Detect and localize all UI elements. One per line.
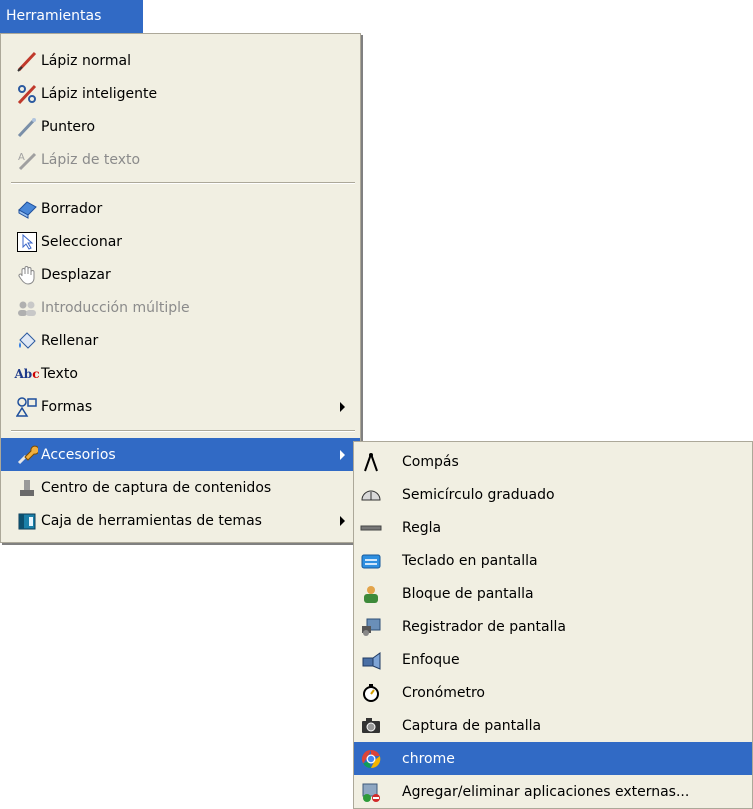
menu-item-desplazar[interactable]: Desplazar bbox=[1, 258, 360, 291]
menu-item-label: Lápiz inteligente bbox=[41, 85, 158, 102]
compass-icon bbox=[360, 451, 382, 473]
submenu-item-label: chrome bbox=[402, 750, 455, 767]
stopwatch-icon bbox=[360, 682, 382, 704]
submenu-item-label: Captura de pantalla bbox=[402, 717, 542, 734]
submenu-item-enfoque[interactable]: Enfoque bbox=[354, 643, 752, 676]
submenu-item-label: Enfoque bbox=[402, 651, 460, 668]
submenu-item-label: Regla bbox=[402, 519, 442, 536]
submenu-item-teclado[interactable]: Teclado en pantalla bbox=[354, 544, 752, 577]
menu-item-label: Borrador bbox=[41, 200, 103, 217]
menu-item-label: Caja de herramientas de temas bbox=[41, 512, 262, 529]
abc-text-icon: Abc bbox=[14, 366, 40, 381]
submenu-item-label: Bloque de pantalla bbox=[402, 585, 534, 602]
submenu-arrow-icon bbox=[340, 401, 345, 412]
menu-item-label: Lápiz de texto bbox=[41, 151, 141, 168]
menu-item-accesorios[interactable]: Accesorios bbox=[1, 438, 360, 471]
menu-item-lapiz-inteligente[interactable]: Lápiz inteligente bbox=[1, 77, 360, 110]
submenu-arrow-icon bbox=[340, 449, 345, 460]
menu-item-label: Puntero bbox=[41, 118, 96, 135]
submenu-item-cronometro[interactable]: Cronómetro bbox=[354, 676, 752, 709]
menu-item-label: Accesorios bbox=[41, 446, 116, 463]
keyboard-icon bbox=[360, 550, 382, 572]
menu-item-centro-de-captura[interactable]: Centro de captura de contenidos bbox=[1, 471, 360, 504]
submenu-item-label: Teclado en pantalla bbox=[402, 552, 538, 569]
menu-item-label: Lápiz normal bbox=[41, 52, 132, 69]
submenu-item-agregar-eliminar[interactable]: Agregar/eliminar aplicaciones externas..… bbox=[354, 775, 752, 808]
herramientas-menu: Lápiz normal Lápiz inteligente Puntero A… bbox=[0, 33, 361, 543]
toolbox-icon bbox=[16, 510, 38, 532]
protractor-icon bbox=[360, 484, 382, 506]
submenu-item-compas[interactable]: Compás bbox=[354, 445, 752, 478]
menu-item-label: Introducción múltiple bbox=[41, 299, 190, 316]
fill-bucket-icon bbox=[16, 330, 38, 352]
submenu-item-regla[interactable]: Regla bbox=[354, 511, 752, 544]
menu-item-puntero[interactable]: Puntero bbox=[1, 110, 360, 143]
add-remove-apps-icon bbox=[360, 781, 382, 803]
text-pen-icon: A bbox=[16, 149, 38, 171]
menu-separator bbox=[11, 430, 355, 432]
screen-block-icon bbox=[360, 583, 382, 605]
submenu-item-label: Compás bbox=[402, 453, 459, 470]
submenu-item-label: Agregar/eliminar aplicaciones externas..… bbox=[402, 783, 690, 800]
menu-item-label: Texto bbox=[41, 365, 78, 382]
menu-item-label: Desplazar bbox=[41, 266, 111, 283]
menu-item-label: Seleccionar bbox=[41, 233, 123, 250]
chrome-icon bbox=[360, 748, 382, 770]
submenu-arrow-icon bbox=[340, 515, 345, 526]
capture-center-icon bbox=[16, 477, 38, 499]
menu-item-introduccion-multiple[interactable]: Introducción múltiple bbox=[1, 291, 360, 324]
accesorios-submenu: Compás Semicírculo graduado Regla Teclad… bbox=[353, 441, 753, 809]
submenu-item-label: Registrador de pantalla bbox=[402, 618, 566, 635]
submenu-item-semicirculo[interactable]: Semicírculo graduado bbox=[354, 478, 752, 511]
menu-item-label: Formas bbox=[41, 398, 93, 415]
smart-pen-icon bbox=[16, 83, 38, 105]
screen-recorder-icon bbox=[360, 616, 382, 638]
eraser-icon bbox=[16, 198, 38, 220]
submenu-item-registrador[interactable]: Registrador de pantalla bbox=[354, 610, 752, 643]
menu-item-label: Rellenar bbox=[41, 332, 99, 349]
menu-item-lapiz-de-texto[interactable]: A Lápiz de texto bbox=[1, 143, 360, 176]
menu-herramientas[interactable]: Herramientas bbox=[0, 0, 143, 33]
accessories-icon bbox=[16, 444, 38, 466]
submenu-item-captura[interactable]: Captura de pantalla bbox=[354, 709, 752, 742]
submenu-item-chrome[interactable]: chrome bbox=[354, 742, 752, 775]
menu-item-borrador[interactable]: Borrador bbox=[1, 192, 360, 225]
svg-text:A: A bbox=[18, 152, 25, 163]
menu-item-seleccionar[interactable]: Seleccionar bbox=[1, 225, 360, 258]
select-arrow-icon bbox=[16, 231, 38, 253]
menu-item-lapiz-normal[interactable]: Lápiz normal bbox=[1, 44, 360, 77]
spotlight-icon bbox=[360, 649, 382, 671]
submenu-item-label: Semicírculo graduado bbox=[402, 486, 555, 503]
hand-icon bbox=[16, 264, 38, 286]
menu-item-texto[interactable]: Abc Texto bbox=[1, 357, 360, 390]
menu-separator bbox=[11, 182, 355, 184]
ruler-icon bbox=[360, 517, 382, 539]
menu-item-caja-de-herramientas[interactable]: Caja de herramientas de temas bbox=[1, 504, 360, 537]
submenu-item-bloque[interactable]: Bloque de pantalla bbox=[354, 577, 752, 610]
menu-item-label: Centro de captura de contenidos bbox=[41, 479, 272, 496]
menu-item-rellenar[interactable]: Rellenar bbox=[1, 324, 360, 357]
menu-item-formas[interactable]: Formas bbox=[1, 390, 360, 423]
multi-input-icon bbox=[16, 297, 38, 319]
pen-icon bbox=[16, 50, 38, 72]
submenu-item-label: Cronómetro bbox=[402, 684, 485, 701]
pointer-icon bbox=[16, 116, 38, 138]
shapes-icon bbox=[16, 396, 38, 418]
camera-icon bbox=[360, 715, 382, 737]
